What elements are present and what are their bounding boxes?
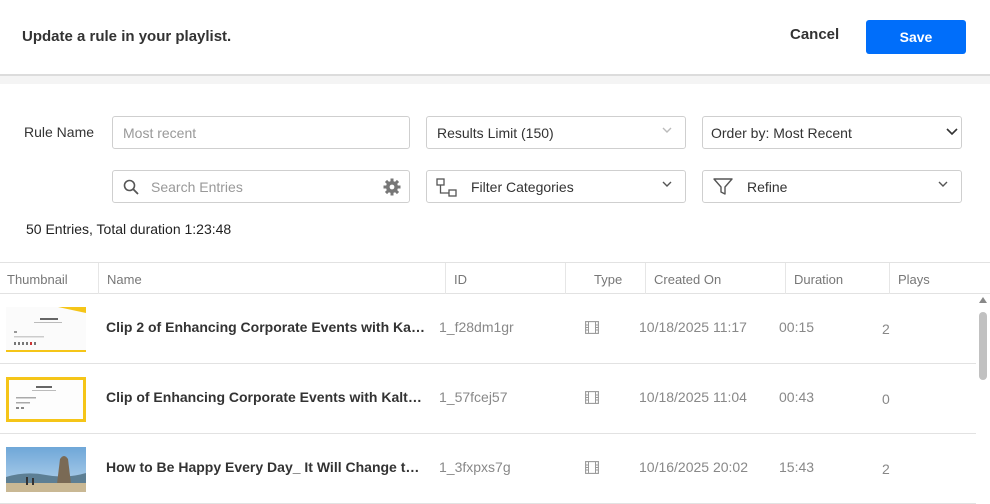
column-header-thumbnail: Thumbnail <box>7 272 68 287</box>
table-row[interactable]: Clip of Enhancing Corporate Events with … <box>0 364 976 434</box>
entry-created-on: 10/18/2025 11:04 <box>639 389 747 405</box>
search-icon <box>123 179 139 198</box>
header: Update a rule in your playlist. Cancel S… <box>0 0 990 76</box>
entry-name[interactable]: How to Be Happy Every Day_ It Will Chang… <box>106 459 426 475</box>
entry-duration: 00:43 <box>779 389 815 405</box>
table-scrollbar[interactable] <box>976 294 990 504</box>
entry-created-on: 10/16/2025 20:02 <box>639 459 748 475</box>
order-by-value: Order by: Most Recent <box>711 124 852 141</box>
cancel-button[interactable]: Cancel <box>790 26 839 43</box>
entry-id: 1_57fcej57 <box>439 389 508 405</box>
table-header: Thumbnail Name ID Type Created On Durati… <box>0 262 990 294</box>
rule-name-label: Rule Name <box>24 124 95 140</box>
filter-categories-select[interactable]: Filter Categories <box>426 170 686 203</box>
funnel-icon <box>713 178 733 199</box>
table-row[interactable]: How to Be Happy Every Day_ It Will Chang… <box>0 434 976 504</box>
chevron-down-icon <box>662 181 672 190</box>
entries-summary: 50 Entries, Total duration 1:23:48 <box>26 221 232 237</box>
thumbnail <box>6 447 86 492</box>
refine-select[interactable]: Refine <box>702 170 962 203</box>
column-header-name[interactable]: Name <box>98 263 445 294</box>
categories-icon <box>436 178 458 201</box>
chevron-down-icon <box>662 127 672 136</box>
column-header-duration[interactable]: Duration <box>785 263 889 294</box>
results-limit-value: Results Limit (150) <box>437 124 554 141</box>
order-by-select[interactable]: Order by: Most Recent <box>702 116 962 149</box>
filter-categories-label: Filter Categories <box>471 178 574 195</box>
search-input[interactable]: Search Entries <box>112 170 410 203</box>
column-header-type[interactable]: Type <box>565 263 645 294</box>
entries-table: Thumbnail Name ID Type Created On Durati… <box>0 262 990 504</box>
column-header-created-on[interactable]: Created On <box>645 263 785 294</box>
divider <box>0 76 990 84</box>
search-placeholder: Search Entries <box>151 178 243 195</box>
chevron-down-icon <box>938 181 948 190</box>
video-icon <box>585 461 599 474</box>
page-title: Update a rule in your playlist. <box>22 28 232 45</box>
video-icon <box>585 391 599 404</box>
thumbnail <box>6 377 86 422</box>
entry-duration: 00:15 <box>779 319 815 335</box>
refine-label: Refine <box>747 178 788 195</box>
table-row[interactable]: Clip 2 of Enhancing Corporate Events wit… <box>0 294 976 364</box>
video-icon <box>585 321 599 334</box>
gear-icon[interactable] <box>383 178 401 199</box>
save-button[interactable]: Save <box>866 20 966 54</box>
entry-id: 1_f28dm1gr <box>439 319 514 335</box>
entry-id: 1_3fxpxs7g <box>439 459 511 475</box>
results-limit-select[interactable]: Results Limit (150) <box>426 116 686 149</box>
entry-name[interactable]: Clip 2 of Enhancing Corporate Events wit… <box>106 319 426 335</box>
entry-plays: 2 <box>882 461 890 477</box>
entry-name[interactable]: Clip of Enhancing Corporate Events with … <box>106 389 426 405</box>
entry-duration: 15:43 <box>779 459 815 475</box>
entry-created-on: 10/18/2025 11:17 <box>639 319 747 335</box>
chevron-down-icon <box>946 128 958 137</box>
thumbnail <box>6 307 86 352</box>
column-header-id[interactable]: ID <box>445 263 565 294</box>
rule-name-placeholder: Most recent <box>123 124 197 141</box>
column-header-plays[interactable]: Plays <box>889 263 990 294</box>
rule-name-input[interactable]: Most recent <box>112 116 410 149</box>
entry-plays: 0 <box>882 391 890 407</box>
scrollbar-thumb[interactable] <box>979 312 987 380</box>
scroll-up-arrow-icon[interactable] <box>979 297 987 303</box>
entry-plays: 2 <box>882 321 890 337</box>
